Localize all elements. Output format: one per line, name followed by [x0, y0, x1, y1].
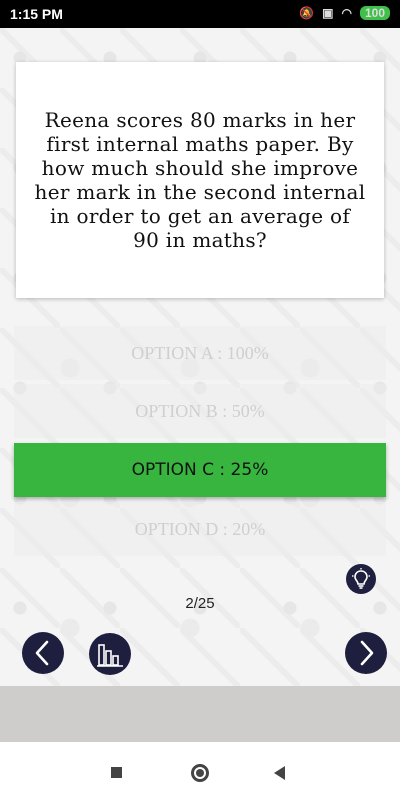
status-time: 1:15 PM: [10, 6, 63, 22]
bar-chart-icon: [89, 633, 131, 675]
option-c-button[interactable]: OPTION C : 25%: [14, 443, 386, 497]
sim-icon: ▣: [322, 6, 334, 20]
option-d-button[interactable]: OPTION D : 20%: [14, 502, 386, 556]
option-a-button[interactable]: OPTION A : 100%: [14, 326, 386, 380]
hint-button[interactable]: [346, 564, 376, 594]
status-icons: 🔕 ▣ ◠ 100: [299, 6, 390, 20]
question-card: Reena scores 80 marks in her first inter…: [16, 62, 384, 298]
chevron-right-icon: [360, 640, 374, 666]
battery-indicator: 100: [359, 6, 390, 20]
recents-icon[interactable]: [111, 767, 122, 778]
lightbulb-icon: [352, 568, 370, 589]
chevron-left-icon: [35, 640, 49, 666]
option-b-button[interactable]: OPTION B : 50%: [14, 384, 386, 438]
wifi-icon: ◠: [341, 6, 352, 20]
home-icon[interactable]: [191, 764, 209, 782]
question-text: Reena scores 80 marks in her first inter…: [34, 108, 366, 252]
ad-banner-area: [0, 686, 400, 742]
system-nav-bar: [0, 742, 400, 800]
status-bar: 1:15 PM 🔕 ▣ ◠ 100: [0, 0, 400, 28]
stats-button[interactable]: [88, 632, 132, 676]
next-question-button[interactable]: [345, 632, 387, 674]
question-progress: 2/25: [185, 595, 215, 612]
previous-question-button[interactable]: [22, 632, 64, 674]
mute-icon: 🔕: [299, 6, 315, 20]
back-icon[interactable]: [274, 766, 285, 780]
